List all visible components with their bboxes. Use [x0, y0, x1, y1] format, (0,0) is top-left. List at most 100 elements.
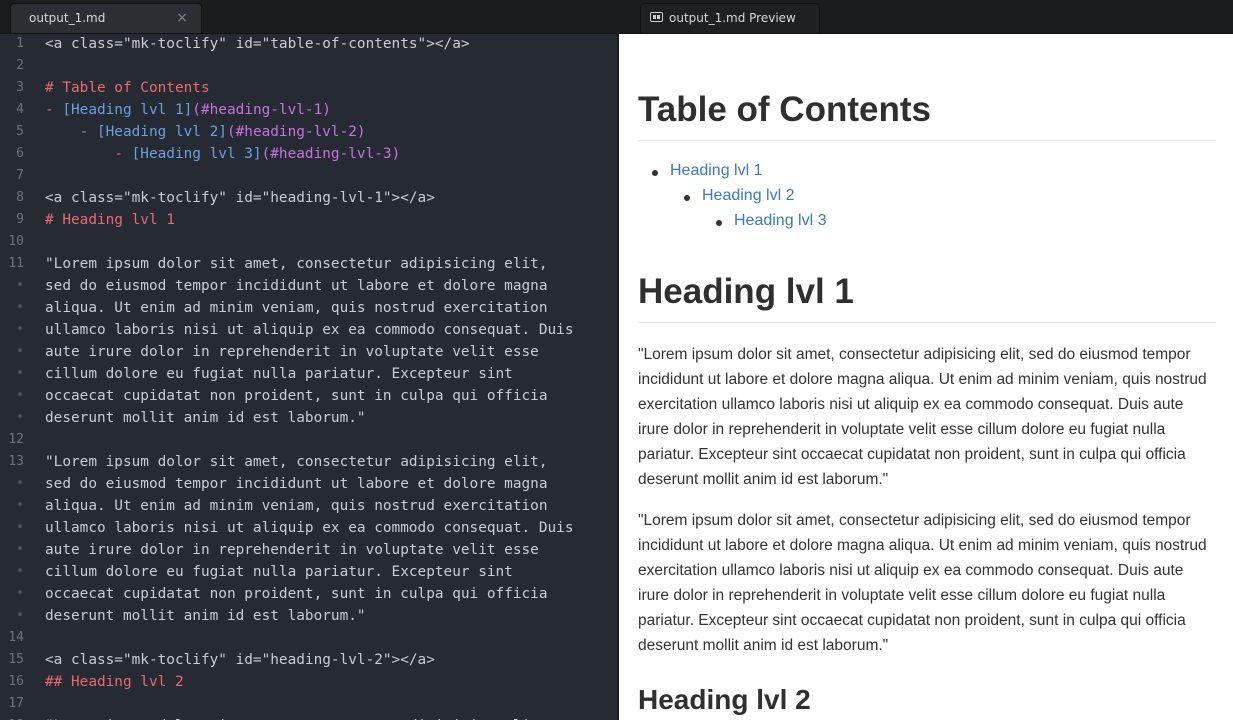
code-line[interactable]: • cillum dolore eu fugiat nulla pariatur.…	[0, 561, 618, 583]
line-number: •	[16, 388, 24, 403]
code-token: (#heading-lvl-3)	[261, 146, 401, 162]
line-text: aute irure dolor in reprehenderit in vol…	[45, 341, 539, 363]
line-number: •	[16, 410, 24, 425]
code-token: occaecat cupidatat non proident, sunt in…	[45, 388, 548, 404]
code-line[interactable]: 5 - [Heading lvl 2](#heading-lvl-2)	[0, 121, 618, 143]
line-text: deserunt mollit anim id est laborum."	[45, 605, 366, 627]
code-line[interactable]: 8 <a class="mk-toclify" id="heading-lvl-1…	[0, 187, 618, 209]
code-token: aute irure dolor in reprehenderit in vol…	[45, 344, 539, 360]
code-line[interactable]: • occaecat cupidatat non proident, sunt i…	[0, 385, 618, 407]
line-text: <a class="mk-toclify" id="heading-lvl-2"…	[45, 649, 435, 671]
code-line[interactable]: 18 "Lorem ipsum dolor sit amet, consectet…	[0, 715, 618, 720]
code-token: deserunt mollit anim id est laborum."	[45, 608, 366, 624]
code-line[interactable]: 16 ## Heading lvl 2	[0, 671, 618, 693]
line-text: cillum dolore eu fugiat nulla pariatur. …	[45, 363, 513, 385]
code-line[interactable]: • aute irure dolor in reprehenderit in vo…	[0, 539, 618, 561]
tab-bar: output_1.md × output_1.md Preview	[0, 0, 1233, 34]
code-line[interactable]: • sed do eiusmod tempor incididunt ut lab…	[0, 275, 618, 297]
toc-link-heading-lvl-2[interactable]: Heading lvl 2	[684, 187, 795, 205]
line-number: •	[16, 366, 24, 381]
line-text: ullamco laboris nisi ut aliquip ex ea co…	[45, 319, 574, 341]
line-number: 11	[8, 256, 24, 271]
line-number: •	[16, 542, 24, 557]
line-number: •	[16, 520, 24, 535]
code-token: aute irure dolor in reprehenderit in vol…	[45, 542, 539, 558]
line-text: <a class="mk-toclify" id="heading-lvl-1"…	[45, 187, 435, 209]
line-number: 17	[8, 696, 24, 711]
line-number: 7	[16, 168, 24, 183]
line-number: •	[16, 586, 24, 601]
line-number: 9	[16, 212, 24, 227]
code-line[interactable]: 17	[0, 693, 618, 715]
code-line[interactable]: 10	[0, 231, 618, 253]
code-line[interactable]: • cillum dolore eu fugiat nulla pariatur.…	[0, 363, 618, 385]
code-token: # Heading lvl 1	[45, 212, 175, 228]
tab-label: output_1.md Preview	[669, 11, 796, 25]
line-text: cillum dolore eu fugiat nulla pariatur. …	[45, 561, 513, 583]
code-token: -	[45, 102, 63, 118]
code-line[interactable]: • aute irure dolor in reprehenderit in vo…	[0, 341, 618, 363]
line-text: - [Heading lvl 1](#heading-lvl-1)	[45, 99, 331, 121]
code-line[interactable]: 2	[0, 55, 618, 77]
code-line[interactable]: 15 <a class="mk-toclify" id="heading-lvl-…	[0, 649, 618, 671]
code-line[interactable]: • ullamco laboris nisi ut aliquip ex ea c…	[0, 319, 618, 341]
code-token: deserunt mollit anim id est laborum."	[45, 410, 366, 426]
code-token: ## Heading lvl 2	[45, 674, 184, 690]
code-line[interactable]: 9 # Heading lvl 1	[0, 209, 618, 231]
tab-output-md[interactable]: output_1.md ×	[10, 3, 202, 33]
preview-paragraph: "Lorem ipsum dolor sit amet, consectetur…	[638, 346, 1207, 488]
code-line[interactable]: • ullamco laboris nisi ut aliquip ex ea c…	[0, 517, 618, 539]
code-line[interactable]: • occaecat cupidatat non proident, sunt i…	[0, 583, 618, 605]
preview-paragraph: "Lorem ipsum dolor sit amet, consectetur…	[638, 512, 1207, 654]
code-line[interactable]: 11 "Lorem ipsum dolor sit amet, consectet…	[0, 253, 618, 275]
code-line[interactable]: 4 - [Heading lvl 1](#heading-lvl-1)	[0, 99, 618, 121]
line-text: ullamco laboris nisi ut aliquip ex ea co…	[45, 517, 574, 539]
code-line[interactable]: • deserunt mollit anim id est laborum."	[0, 407, 618, 429]
code-line[interactable]: 3 # Table of Contents	[0, 77, 618, 99]
code-token: <a class="mk-toclify" id="heading-lvl-1"…	[45, 190, 435, 206]
toc-link-heading-lvl-1[interactable]: Heading lvl 1	[652, 162, 763, 180]
line-number: 3	[16, 80, 24, 95]
code-line[interactable]: 1 <a class="mk-toclify" id="table-of-cont…	[0, 34, 618, 55]
markdown-preview-icon	[650, 12, 663, 22]
line-number: 12	[8, 432, 24, 447]
code-area[interactable]: 1 <a class="mk-toclify" id="table-of-cont…	[0, 34, 618, 720]
code-token: [Heading lvl 2]	[96, 124, 227, 140]
preview-heading-lvl-1: Heading lvl 1	[638, 272, 1216, 323]
line-text: deserunt mollit anim id est laborum."	[45, 407, 366, 429]
code-token: ullamco laboris nisi ut aliquip ex ea co…	[45, 322, 574, 338]
line-text: "Lorem ipsum dolor sit amet, consectetur…	[45, 451, 548, 473]
code-line[interactable]: • deserunt mollit anim id est laborum."	[0, 605, 618, 627]
line-text: sed do eiusmod tempor incididunt ut labo…	[45, 275, 548, 297]
code-line[interactable]: • aliqua. Ut enim ad minim veniam, quis n…	[0, 297, 618, 319]
code-line[interactable]: 14	[0, 627, 618, 649]
line-text: aliqua. Ut enim ad minim veniam, quis no…	[45, 297, 548, 319]
line-number: •	[16, 498, 24, 513]
code-token: "Lorem ipsum dolor sit amet, consectetur…	[45, 256, 548, 272]
line-number: •	[16, 564, 24, 579]
code-line[interactable]: 6 - [Heading lvl 3](#heading-lvl-3)	[0, 143, 618, 165]
tab-preview[interactable]: output_1.md Preview	[640, 3, 820, 33]
line-text: # Heading lvl 1	[45, 209, 175, 231]
line-text: aliqua. Ut enim ad minim veniam, quis no…	[45, 495, 548, 517]
toc-link-heading-lvl-3[interactable]: Heading lvl 3	[716, 212, 827, 230]
line-number: 8	[16, 190, 24, 205]
editor-pane[interactable]: 1 <a class="mk-toclify" id="table-of-cont…	[0, 34, 618, 720]
code-token: (#heading-lvl-1)	[192, 102, 331, 118]
close-icon[interactable]: ×	[176, 10, 188, 26]
line-text: <a class="mk-toclify" id="table-of-conte…	[45, 34, 470, 55]
code-token: -	[79, 124, 97, 140]
code-token: (#heading-lvl-2)	[226, 124, 366, 140]
code-token: # Table of Contents	[45, 80, 210, 96]
code-line[interactable]: • sed do eiusmod tempor incididunt ut lab…	[0, 473, 618, 495]
line-number: •	[16, 608, 24, 623]
line-number: 6	[16, 146, 24, 161]
code-token: cillum dolore eu fugiat nulla pariatur. …	[45, 564, 513, 580]
code-token: <a class="mk-toclify" id="heading-lvl-2"…	[45, 652, 435, 668]
code-line[interactable]: 13 "Lorem ipsum dolor sit amet, consectet…	[0, 451, 618, 473]
code-token: sed do eiusmod tempor incididunt ut labo…	[45, 278, 548, 294]
code-token: sed do eiusmod tempor incididunt ut labo…	[45, 476, 548, 492]
code-line[interactable]: 12	[0, 429, 618, 451]
code-line[interactable]: 7	[0, 165, 618, 187]
code-line[interactable]: • aliqua. Ut enim ad minim veniam, quis n…	[0, 495, 618, 517]
